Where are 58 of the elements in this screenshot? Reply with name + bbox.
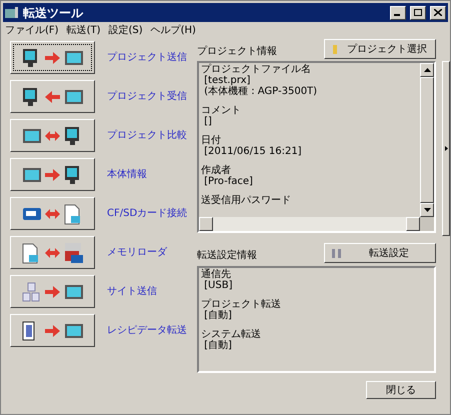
transfer-settings-button[interactable]: 転送設定 (324, 243, 436, 263)
action-label[interactable]: メモリローダ (107, 245, 167, 260)
info-label: プロジェクト転送 (201, 299, 282, 310)
info-value: [自動] (203, 340, 233, 351)
app-icon (5, 6, 19, 18)
menu-item[interactable]: ファイル(F) (5, 22, 59, 38)
action-button[interactable] (10, 80, 95, 113)
info-value: [USB] (203, 280, 234, 291)
close-button[interactable] (430, 6, 446, 20)
action-label[interactable]: CF/SDカード接続 (107, 206, 188, 221)
info-label: 通信先 (201, 269, 232, 280)
action-label[interactable]: プロジェクト送信 (107, 50, 187, 65)
down-arrow-icon (424, 208, 431, 212)
side-splitter[interactable] (442, 61, 450, 236)
info-label: システム転送 (201, 329, 262, 340)
section-title: プロジェクト情報 (197, 44, 278, 59)
action-button[interactable] (10, 314, 95, 347)
action-label[interactable]: 本体情報 (107, 167, 147, 182)
maximize-icon (414, 9, 422, 16)
menu-item[interactable]: 設定(S) (108, 22, 143, 38)
action-button[interactable] (10, 158, 95, 191)
select-project-button[interactable]: プロジェクト選択 (324, 39, 436, 59)
info-value: [自動] (203, 310, 233, 321)
action-button[interactable] (10, 275, 95, 308)
expand-icon (444, 146, 448, 151)
transfer-icon (20, 280, 84, 304)
window-title: 転送ツール (23, 4, 84, 22)
info-value: [] (203, 116, 213, 127)
minimize-button[interactable] (390, 6, 406, 20)
action-label[interactable]: レシピデータ転送 (107, 323, 187, 338)
action-label[interactable]: プロジェクト比較 (107, 128, 187, 143)
info-value: [Pro-face] (203, 176, 254, 187)
info-label: 日付 (201, 135, 222, 146)
transfer-icon (20, 240, 84, 264)
action-button[interactable] (10, 236, 95, 269)
horizontal-scrollbar[interactable] (199, 217, 420, 231)
info-value: [test.prx] (203, 75, 252, 86)
maximize-button[interactable] (410, 6, 426, 20)
info-label: コメント (201, 105, 242, 116)
section-title: 転送設定情報 (197, 248, 258, 263)
info-label: 送受信用パスワード (201, 195, 292, 206)
folder-icon (333, 44, 338, 54)
info-value: (本体機種 : AGP-3500T) (203, 86, 318, 97)
vertical-scrollbar[interactable] (420, 63, 434, 231)
close-dialog-button[interactable]: 閉じる (366, 381, 436, 399)
action-button[interactable] (10, 41, 95, 74)
info-label: プロジェクトファイル名 (201, 64, 312, 75)
action-label[interactable]: プロジェクト受信 (107, 89, 187, 104)
action-button[interactable] (10, 119, 95, 152)
up-arrow-icon (424, 68, 431, 72)
transfer-icon (20, 318, 84, 342)
close-icon (434, 9, 442, 16)
info-value: [2011/06/15 16:21] (203, 146, 303, 157)
menu-item[interactable]: ヘルプ(H) (150, 22, 196, 38)
info-label: 作成者 (201, 165, 232, 176)
action-label[interactable]: サイト送信 (107, 284, 157, 299)
menu-item[interactable]: 転送(T) (66, 22, 100, 38)
action-button[interactable] (10, 197, 95, 230)
